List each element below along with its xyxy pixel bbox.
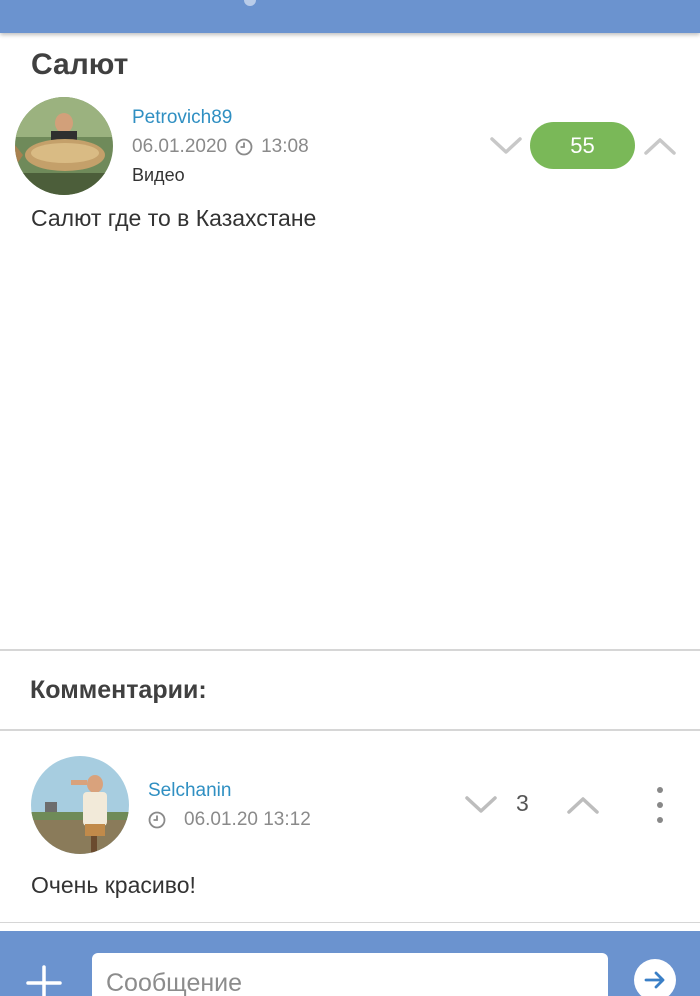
post-author-name[interactable]: Petrovich89 — [132, 107, 232, 129]
comment-score: 3 — [516, 790, 529, 816]
clock-icon — [148, 811, 166, 829]
top-app-bar — [0, 0, 700, 33]
message-input[interactable] — [92, 953, 608, 996]
post-type-label: Видео — [132, 165, 185, 185]
send-arrow-icon — [644, 971, 665, 989]
post-time: 13:08 — [261, 136, 309, 157]
post-body-text: Салют где то в Казахстане — [31, 205, 317, 231]
more-vertical-icon[interactable] — [650, 787, 670, 823]
comment-meta: 06.01.20 13:12 — [148, 809, 311, 831]
post-meta: 06.01.2020 13:08 — [132, 136, 309, 158]
post-score-badge: 55 — [530, 122, 635, 169]
message-composer-bar — [0, 931, 700, 996]
chevron-down-icon[interactable] — [489, 135, 523, 157]
send-button[interactable] — [634, 959, 676, 996]
comments-heading: Комментарии: — [30, 676, 207, 704]
comment-author-avatar[interactable] — [31, 756, 129, 854]
plus-icon[interactable] — [22, 961, 66, 996]
post-title: Салют — [31, 48, 129, 81]
clock-icon — [235, 138, 253, 156]
comment-datetime: 06.01.20 13:12 — [184, 809, 311, 830]
section-divider — [0, 649, 700, 651]
post-date: 06.01.2020 — [132, 136, 228, 157]
chevron-up-icon[interactable] — [643, 135, 677, 157]
post-author-avatar[interactable] — [15, 97, 113, 195]
notch-indicator — [244, 0, 256, 6]
chevron-up-icon[interactable] — [566, 794, 600, 816]
section-divider — [0, 922, 700, 923]
comment-body-text: Очень красиво! — [31, 872, 196, 898]
chevron-down-icon[interactable] — [464, 794, 498, 816]
section-divider — [0, 729, 700, 731]
comment-author-name[interactable]: Selchanin — [148, 780, 231, 802]
